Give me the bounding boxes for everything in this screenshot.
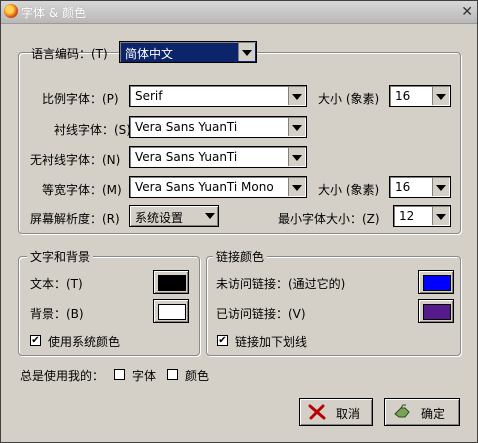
serif-label: 衬线字体：(S) [54,123,131,137]
min-size-value: 12 [399,209,415,223]
always-fonts-label: 字体 [132,369,157,383]
mono-size-value: 16 [395,180,411,194]
always-fonts-checkbox[interactable] [114,369,125,380]
bg-color-swatch [158,304,186,320]
always-colors-checkbox[interactable] [167,369,178,380]
use-system-checkbox[interactable]: ✔ [30,335,41,346]
resolution-value: 系统设置 [135,211,184,225]
proportional-size-select[interactable]: 16 [389,85,451,107]
mono-size-select[interactable]: 16 [389,176,451,198]
proportional-label: 比例字体：(P) [42,92,119,106]
unvisited-label: 未访问链接：(通过它的) [216,277,346,291]
checkmark-icon: ✔ [31,335,40,346]
cancel-label: 取消 [336,407,361,421]
dialog-window: 字体 & 颜色 ✕ 语言编码：(T) 简体中文 比例字体：(P) Serif 大… [0,0,478,443]
proportional-value: Serif [135,89,163,103]
text-color-swatch [158,275,186,291]
mono-label: 等宽字体：(M) [42,183,122,197]
chevron-down-icon [432,178,449,196]
proportional-size-value: 16 [395,89,411,103]
mono-select[interactable]: Vera Sans YuanTi Mono [129,176,307,198]
use-system-label: 使用系统颜色 [48,335,121,349]
sans-value: Vera Sans YuanTi [135,150,238,164]
chevron-down-icon [205,213,215,219]
chevron-down-icon [432,207,449,225]
close-icon[interactable]: ✕ [461,5,473,19]
serif-select[interactable]: Vera Sans YuanTi [129,116,307,138]
bg-color-button[interactable] [153,299,189,323]
sans-label: 无衬线字体：(N) [30,153,121,167]
chevron-down-icon [288,148,305,166]
chevron-down-icon [432,87,449,105]
chevron-down-icon [288,87,305,105]
chevron-down-icon [288,118,305,136]
underline-checkbox[interactable]: ✔ [217,335,228,346]
visited-color-swatch [423,304,451,320]
cancel-x-icon [308,404,326,420]
language-label: 语言编码：(T) [31,47,108,61]
ok-label: 确定 [421,407,446,421]
window-title: 字体 & 颜色 [21,6,86,20]
bg-color-label: 背景：(B) [30,307,84,321]
serif-value: Vera Sans YuanTi [135,120,238,134]
checkmark-icon: ✔ [218,335,227,346]
title-bar: 字体 & 颜色 ✕ [1,1,477,24]
text-color-button[interactable] [153,270,189,294]
chevron-down-icon [288,178,305,196]
mono-size-label: 大小 (象素) [318,183,380,197]
unvisited-color-button[interactable] [418,270,454,294]
ok-hand-icon [394,404,410,418]
always-colors-label: 颜色 [185,369,210,383]
min-size-label: 最小字体大小：(Z) [278,212,380,226]
resolution-label: 屏幕解析度：(R) [30,212,120,226]
cancel-button[interactable]: 取消 [299,398,373,426]
language-select[interactable]: 简体中文 [119,41,257,63]
proportional-select[interactable]: Serif [129,85,307,107]
always-use-label: 总是使用我的： [20,369,105,383]
min-size-select[interactable]: 12 [393,205,451,227]
language-value: 简体中文 [125,47,174,61]
visited-color-button[interactable] [418,299,454,323]
mono-value: Vera Sans YuanTi Mono [135,180,274,194]
underline-label: 链接加下划线 [235,335,308,349]
chevron-down-icon [238,43,255,61]
resolution-select[interactable]: 系统设置 [129,205,219,227]
ok-button[interactable]: 确定 [384,398,460,426]
text-color-label: 文本：(T) [30,277,83,291]
visited-label: 已访问链接：(V) [216,307,306,321]
proportional-size-label: 大小 (象素) [318,92,380,106]
firefox-icon [4,4,18,18]
sans-select[interactable]: Vera Sans YuanTi [129,146,307,168]
text-bg-title: 文字和背景 [27,248,94,265]
unvisited-color-swatch [423,275,451,291]
link-colors-title: 链接颜色 [213,248,268,265]
